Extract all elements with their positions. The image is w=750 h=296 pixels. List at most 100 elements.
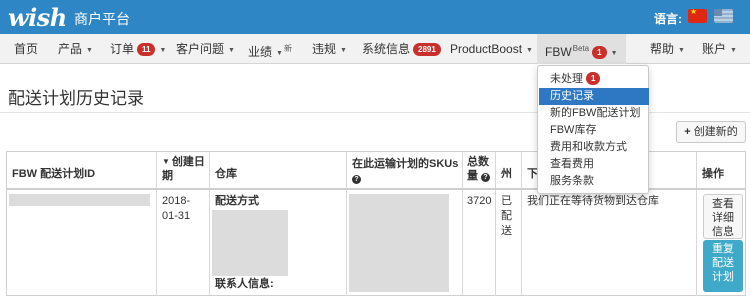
shipping-method-redacted (212, 210, 288, 276)
date-line-2: 01-31 (162, 210, 191, 222)
nav-home-label: 首页 (14, 42, 39, 56)
chevron-down-icon: ▼ (340, 47, 347, 54)
nav-customer-issues[interactable]: 客户问题 ▼ (176, 34, 235, 64)
nav-products[interactable]: 产品 ▼ (58, 34, 93, 64)
menu-item-label: 查看费用 (550, 158, 594, 170)
new-label: 新 (283, 44, 292, 53)
nav-help[interactable]: 帮助 ▼ (650, 34, 685, 64)
column-header-warehouse: 仓库 (215, 168, 237, 180)
state-line-3: 送 (501, 225, 512, 237)
nav-violations[interactable]: 违规 ▼ (312, 34, 347, 64)
date-line-1: 2018- (162, 195, 191, 207)
chevron-down-icon: ▼ (159, 47, 167, 54)
view-details-line-2: 详细 (712, 212, 734, 224)
nav-violations-label: 违规 (312, 42, 337, 56)
chevron-down-icon: ▼ (610, 50, 618, 57)
repeat-plan-button[interactable]: 重复 配送 计划 (703, 240, 743, 292)
chevron-down-icon: ▼ (730, 47, 737, 54)
fbw-count-badge: 1 (592, 46, 607, 59)
sort-desc-icon: ▼ (162, 157, 170, 166)
chevron-down-icon: ▼ (86, 47, 93, 54)
menu-item-new-plan[interactable]: 新的FBW配送计划 (539, 105, 649, 122)
view-details-line-1: 查看 (712, 198, 734, 210)
create-new-button[interactable]: + 创建新的 (676, 121, 746, 143)
column-divider (696, 151, 697, 296)
cn-flag-icon[interactable] (688, 7, 707, 23)
menu-item-label: 费用和收款方式 (550, 141, 627, 153)
help-icon[interactable]: ? (481, 173, 491, 182)
created-date-label-2: 期 (162, 170, 173, 182)
skus-label: 在此运输计划的SKUs (352, 158, 459, 170)
nav-performance-label: 业绩 (248, 45, 273, 59)
menu-item-view-fees[interactable]: 查看费用 (539, 156, 649, 173)
shipping-method-label: 配送方式 (215, 195, 259, 207)
menu-item-label: 未处理 (550, 73, 583, 85)
view-details-line-3: 信息 (712, 226, 734, 238)
menu-item-label: 服务条款 (550, 175, 594, 187)
nav-account-label: 账户 (702, 42, 727, 56)
orders-count-badge: 11 (137, 43, 156, 56)
us-flag-icon[interactable] (714, 9, 733, 23)
unprocessed-count-badge: 1 (586, 72, 601, 85)
column-divider (495, 151, 496, 296)
menu-item-history[interactable]: 历史记录 (539, 88, 649, 105)
menu-item-label: 新的FBW配送计划 (550, 107, 641, 119)
menu-item-inventory[interactable]: FBW库存 (539, 122, 649, 139)
create-new-label: 创建新的 (693, 126, 738, 138)
beta-label: Beta (572, 44, 590, 53)
plus-icon: + (684, 126, 691, 138)
system-info-count-badge: 2891 (413, 43, 441, 56)
skus-redacted (349, 194, 449, 292)
repeat-line-3: 计划 (712, 271, 734, 283)
nav-account[interactable]: 账户 ▼ (702, 34, 737, 64)
nav-productboost[interactable]: ProductBoost ▼ (450, 34, 533, 64)
menu-item-label: FBW库存 (550, 124, 597, 136)
column-divider (462, 151, 463, 296)
nav-home[interactable]: 首页 (14, 34, 38, 64)
column-divider (346, 151, 347, 296)
column-divider (156, 151, 157, 296)
nav-performance[interactable]: 业绩 ▼新 (248, 34, 292, 64)
column-header-total: 总数量 ? (467, 155, 491, 183)
platform-title: 商户平台 (74, 11, 130, 27)
help-icon[interactable]: ? (352, 175, 361, 184)
repeat-line-1: 重复 (712, 243, 734, 255)
view-details-button[interactable]: 查看 详细 信息 (703, 194, 743, 239)
state-value: 已配送 (501, 194, 512, 239)
nav-products-label: 产品 (58, 42, 83, 56)
nav-system-info-label: 系统信息 (362, 42, 411, 56)
column-header-actions: 操作 (702, 168, 724, 180)
column-divider (209, 151, 210, 296)
menu-item-terms[interactable]: 服务条款 (539, 173, 649, 190)
status-message: 我们正在等待货物到达仓库 (527, 195, 659, 207)
state-line-1: 已 (501, 195, 512, 207)
column-header-created-date[interactable]: ▼ 创建日期 (162, 155, 205, 183)
chevron-down-icon: ▼ (228, 47, 235, 54)
total-label: 总数 (467, 156, 489, 168)
total-quantity: 3720 (467, 195, 492, 207)
menu-item-fees-payment[interactable]: 费用和收款方式 (539, 139, 649, 156)
fbw-dropdown-menu: 未处理 1 历史记录 新的FBW配送计划 FBW库存 费用和收款方式 查看费用 服… (537, 65, 649, 194)
column-header-plan-id[interactable]: FBW 配送计划ID (12, 167, 95, 181)
contact-info-label: 联系人信息: (215, 278, 274, 290)
nav-fbw[interactable]: FBWBeta 1 ▼ (537, 34, 626, 64)
chevron-down-icon: ▼ (678, 47, 685, 54)
created-date: 2018- 01-31 (162, 194, 190, 224)
nav-orders-label: 订单 (110, 42, 135, 56)
nav-customer-issues-label: 客户问题 (176, 42, 225, 56)
nav-productboost-label: ProductBoost (450, 42, 523, 56)
nav-system-info[interactable]: 系统信息 2891 (362, 34, 441, 64)
menu-item-unprocessed[interactable]: 未处理 1 (539, 71, 649, 88)
created-date-label: 创建日 (171, 156, 205, 168)
column-header-state: 州 (501, 168, 512, 180)
nav-fbw-label: FBW (545, 45, 572, 59)
total-label-2: 量 (467, 170, 478, 182)
state-line-2: 配 (501, 210, 512, 222)
column-divider (521, 151, 522, 296)
repeat-line-2: 配送 (712, 257, 734, 269)
language-label: 语言: (654, 12, 682, 26)
chevron-down-icon: ▼ (276, 50, 283, 57)
menu-item-label: 历史记录 (550, 90, 594, 102)
wish-logo[interactable]: wish (8, 3, 67, 32)
nav-orders[interactable]: 订单 11 ▼ (110, 34, 166, 64)
